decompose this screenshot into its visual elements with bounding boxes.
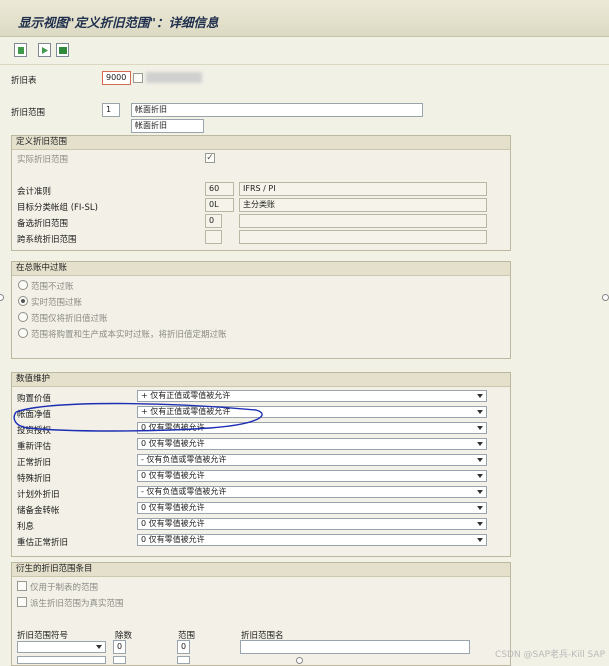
export-icon[interactable] [56, 43, 69, 57]
alt-area-text-field [239, 214, 487, 228]
dep-area-field[interactable]: 1 [102, 103, 120, 117]
value-row-dropdown[interactable]: 0 仅有零值被允许 [137, 502, 487, 514]
derived-area-field[interactable]: 0 [177, 640, 190, 654]
define-area-title: 定义折旧范围 [12, 136, 510, 150]
derived-title: 衍生的折旧范围条目 [12, 563, 510, 577]
accounting-field[interactable]: 60 [205, 182, 234, 196]
page-title: 显示视图"定义折旧范围"：详细信息 [18, 15, 219, 30]
cross-area-label: 跨系统折旧范围 [17, 235, 77, 245]
alt-area-label: 备选折旧范围 [17, 219, 69, 229]
derived-opt1-checkbox[interactable] [17, 581, 27, 591]
posting-option-0-radio[interactable] [18, 280, 28, 290]
value-maint-title: 数值维护 [12, 373, 510, 387]
new-entry-icon[interactable] [14, 43, 27, 57]
chevron-down-icon [477, 442, 483, 446]
value-row-label: 特殊折旧 [17, 474, 52, 484]
posting-title: 在总账中过账 [12, 262, 510, 276]
title-bar: 显示视图"定义折旧范围"：详细信息 [0, 0, 609, 37]
accounting-label: 会计准则 [17, 187, 52, 197]
separator [0, 64, 609, 65]
chevron-down-icon [477, 458, 483, 462]
cross-area-field[interactable] [205, 230, 222, 244]
derived-opt2-label: 派生折旧范围为真实范围 [30, 599, 124, 609]
chart-of-dep-label: 折旧表 [11, 76, 37, 86]
resize-handle [0, 294, 4, 301]
ledger-field[interactable]: 0L [205, 198, 234, 212]
value-row-value: 0 仅有零值被允许 [141, 439, 205, 448]
value-row-dropdown[interactable]: - 仅有负值或零值被允许 [137, 486, 487, 498]
value-row-dropdown[interactable]: - 仅有负值或零值被允许 [137, 454, 487, 466]
derived-opt1-label: 仅用于制表的范围 [30, 583, 99, 593]
resize-handle [602, 294, 609, 301]
chevron-down-icon [96, 645, 102, 649]
next-entry-icon[interactable] [38, 43, 51, 57]
derived-divisor-field[interactable]: 0 [113, 640, 126, 654]
posting-option-1-label: 实时范围过账 [31, 298, 83, 308]
chevron-down-icon [477, 506, 483, 510]
value-row-dropdown[interactable]: 0 仅有零值被允许 [137, 534, 487, 546]
derived-area-name-field[interactable] [240, 640, 470, 654]
dep-area-name-field[interactable]: 帐面折旧 [131, 103, 423, 117]
posting-option-3-radio[interactable] [18, 328, 28, 338]
chevron-down-icon [477, 490, 483, 494]
chevron-down-icon [477, 538, 483, 542]
chart-of-dep-lookup-icon[interactable] [133, 73, 143, 83]
real-area-checkbox[interactable]: ✓ [205, 153, 215, 163]
chevron-down-icon [477, 394, 483, 398]
derived-symbol-dropdown[interactable] [17, 656, 106, 664]
chevron-down-icon [477, 522, 483, 526]
col-symbol-header: 折旧范围符号 [17, 631, 69, 641]
value-row-value: - 仅有负值或零值被允许 [141, 455, 227, 464]
dep-area-label: 折旧范围 [11, 108, 46, 118]
derived-divisor-field[interactable] [113, 656, 126, 664]
value-row-label: 储备金转帐 [17, 506, 60, 516]
annotation-ellipse [13, 402, 263, 432]
posting-option-0-label: 范围不过账 [31, 282, 74, 292]
value-row-value: 0 仅有零值被允许 [141, 535, 205, 544]
alt-area-field[interactable]: 0 [205, 214, 222, 228]
value-row-value: 0 仅有零值被允许 [141, 503, 205, 512]
value-row-dropdown[interactable]: 0 仅有零值被允许 [137, 518, 487, 530]
value-row-label: 重估正常折旧 [17, 538, 69, 548]
dep-area-short-field[interactable]: 帐面折旧 [131, 119, 204, 133]
value-row-label: 计划外折旧 [17, 490, 60, 500]
accounting-text-field: IFRS / PI [239, 182, 487, 196]
derived-opt2-checkbox[interactable] [17, 597, 27, 607]
value-row-value: - 仅有负值或零值被允许 [141, 487, 227, 496]
ledger-label: 目标分类帐组 (FI-SL) [17, 203, 98, 213]
posting-option-2-radio[interactable] [18, 312, 28, 322]
chevron-down-icon [477, 426, 483, 430]
value-row-value: 0 仅有零值被允许 [141, 519, 205, 528]
resize-handle [296, 657, 303, 664]
value-row-dropdown[interactable]: 0 仅有零值被允许 [137, 438, 487, 450]
derived-area-field[interactable] [177, 656, 190, 664]
value-row-label: 利息 [17, 522, 35, 532]
watermark: CSDN @SAP老兵-Kill SAP [495, 650, 605, 660]
chevron-down-icon [477, 474, 483, 478]
derived-symbol-dropdown[interactable] [17, 641, 106, 653]
cross-area-text-field [239, 230, 487, 244]
value-row-dropdown[interactable]: 0 仅有零值被允许 [137, 470, 487, 482]
real-area-label: 实际折旧范围 [17, 155, 69, 165]
posting-option-1-radio[interactable] [18, 296, 28, 306]
posting-option-2-label: 范围仅将折旧值过账 [31, 314, 108, 324]
posting-group: 在总账中过账 [11, 261, 511, 359]
posting-option-3-label: 范围将购置和生产成本实时过账，将折旧值定期过账 [31, 330, 227, 340]
chart-of-dep-field[interactable]: 9000 [102, 71, 131, 85]
chevron-down-icon [477, 410, 483, 414]
ledger-text-field: 主分类账 [239, 198, 487, 212]
value-row-label: 正常折旧 [17, 458, 52, 468]
value-row-label: 重新评估 [17, 442, 52, 452]
chart-of-dep-desc-redacted [146, 72, 202, 83]
value-row-value: 0 仅有零值被允许 [141, 471, 205, 480]
